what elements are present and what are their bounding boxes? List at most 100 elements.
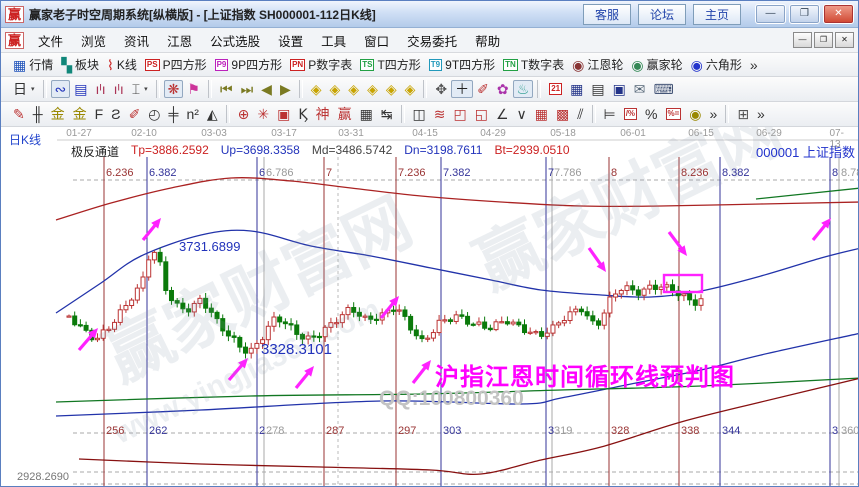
diamond-left-button[interactable]: ◈ — [307, 80, 326, 98]
spiral-button[interactable]: Ƨ — [107, 105, 124, 123]
thin-candle-button[interactable]: ⌶▾ — [128, 80, 152, 98]
percent-button[interactable]: % — [641, 105, 661, 123]
gold-circle-button[interactable]: ◉ — [685, 105, 705, 123]
menu-item-help[interactable]: 帮助 — [466, 28, 509, 53]
calculator-button[interactable]: ▦ — [566, 80, 587, 98]
customer-service-button[interactable]: 客服 — [583, 4, 631, 25]
menu-item-tools[interactable]: 工具 — [312, 28, 355, 53]
shen-ruler-button[interactable]: 神 — [312, 105, 334, 123]
go-last-button[interactable]: ⏭ — [237, 80, 258, 98]
toolbar-overflow-button[interactable]: » — [746, 56, 762, 74]
box-ruler-button[interactable]: ◫ — [409, 105, 430, 123]
menu-item-settings[interactable]: 设置 — [269, 28, 312, 53]
mirror-triangle-button[interactable]: ◭ — [203, 105, 222, 123]
9t-square-button[interactable]: T99T四方形 — [425, 54, 499, 75]
sectors-button[interactable]: ▚板块 — [57, 54, 103, 75]
panel-tab-daily-kline[interactable]: 日K线 — [9, 131, 41, 148]
hexagon-button[interactable]: ◉六角形 — [687, 54, 746, 75]
mdi-restore-button[interactable]: ❐ — [814, 32, 833, 48]
t-square-button[interactable]: TST四方形 — [356, 54, 425, 75]
menu-item-window[interactable]: 窗口 — [355, 28, 398, 53]
diamond-fit-button[interactable]: ◈ — [382, 80, 401, 98]
t-number-table-button[interactable]: TNT数字表 — [499, 54, 568, 75]
menu-item-trade-entrust[interactable]: 交易委托 — [398, 28, 466, 53]
measure-pen-button[interactable]: ✐ — [473, 80, 493, 98]
diamond-right-button[interactable]: ◈ — [326, 80, 345, 98]
percent-lines-button[interactable]: %= — [662, 106, 686, 122]
grid-123-button[interactable]: ▦ — [356, 105, 377, 123]
box-fan-2-button[interactable]: ◱ — [471, 105, 492, 123]
grid-ruler-button[interactable]: ╫ — [29, 105, 47, 123]
parallel-lines-button[interactable]: ⫽ — [573, 105, 587, 123]
k-quote-button[interactable]: Ϗ — [294, 105, 311, 123]
square-target-button[interactable]: ▣ — [273, 105, 294, 123]
scale-ruler-button[interactable]: ⊨ — [600, 105, 620, 123]
brush-button[interactable]: ✎ — [9, 105, 29, 123]
compass-star-button[interactable]: ✳ — [253, 105, 273, 123]
price-annotation: 3731.6899 — [179, 239, 240, 254]
go-prev-button[interactable]: ◀ — [257, 80, 276, 98]
9p-square-button[interactable]: P99P四方形 — [211, 54, 286, 75]
gold-ruler-1-button[interactable]: 金 — [47, 105, 69, 123]
homepage-button[interactable]: 主页 — [693, 4, 741, 25]
panel-overflow-button[interactable]: » — [753, 105, 769, 123]
fan-lines-button[interactable]: ≋ — [430, 105, 450, 123]
ying-ruler-button[interactable]: 赢 — [334, 105, 356, 123]
menu-item-formula-stock-pick[interactable]: 公式选股 — [201, 28, 269, 53]
computer-button[interactable]: ⌨ — [650, 80, 678, 98]
menu-item-gann[interactable]: 江恩 — [158, 28, 201, 53]
p-square-button[interactable]: PSP四方形 — [141, 54, 211, 75]
close-button[interactable]: ✕ — [823, 4, 854, 24]
crosshair-button[interactable]: ＋ — [451, 80, 473, 98]
restore-button[interactable]: ❐ — [789, 4, 820, 24]
minimize-button[interactable]: — — [755, 4, 786, 24]
width-measure-button[interactable]: ↹ — [377, 105, 397, 123]
flag-button[interactable]: ⚑ — [183, 80, 204, 98]
mdi-close-button[interactable]: ✕ — [835, 32, 854, 48]
forum-button[interactable]: 论坛 — [638, 4, 686, 25]
mail-button[interactable]: ✉ — [630, 80, 650, 98]
ornament-button[interactable]: ✿ — [493, 80, 513, 98]
kline-button[interactable]: ⌇K线 — [103, 54, 141, 75]
v-lines-button[interactable]: ∨ — [513, 105, 531, 123]
gann-wheel-button[interactable]: ◉江恩轮 — [568, 54, 627, 75]
red-grid-2-button[interactable]: ▩ — [552, 105, 573, 123]
box-fan-1-button[interactable]: ◰ — [450, 105, 471, 123]
target-circle-button[interactable]: ⊕ — [234, 105, 254, 123]
figure-button[interactable]: ❋ — [164, 80, 184, 98]
diamond-expand-button[interactable]: ◈ — [363, 80, 382, 98]
menu-item-browse[interactable]: 浏览 — [72, 28, 115, 53]
red-grid-1-button[interactable]: ▦ — [531, 105, 552, 123]
go-next-button[interactable]: ▶ — [276, 80, 295, 98]
winner-wheel-button[interactable]: ◉赢家轮 — [627, 54, 686, 75]
mdi-minimize-button[interactable]: — — [793, 32, 812, 48]
list-doc-button[interactable]: ▤ — [70, 80, 91, 98]
period-selector-button[interactable]: 日▾ — [9, 80, 39, 98]
draw-overflow-button[interactable]: » — [706, 105, 722, 123]
n-squared-button[interactable]: n² — [182, 105, 202, 123]
f-ruler-button[interactable]: F — [91, 105, 108, 123]
time-circle-button[interactable]: ◴ — [144, 105, 164, 123]
diamond-compress-button[interactable]: ◈ — [344, 80, 363, 98]
hand-pan-button[interactable]: ✥ — [431, 80, 451, 98]
diamond-move-button[interactable]: ◈ — [401, 80, 420, 98]
notes-button[interactable]: ▤ — [587, 80, 608, 98]
grid-panel-button[interactable]: ⊞ — [733, 105, 753, 123]
p-number-table-button[interactable]: PNP数字表 — [286, 54, 356, 75]
angle-lines-button[interactable]: ∠ — [492, 105, 513, 123]
date-tick: 05-18 — [550, 128, 576, 139]
cloud-tool-button[interactable]: ♨ — [513, 80, 534, 98]
save-button[interactable]: ▣ — [609, 80, 630, 98]
go-first-button[interactable]: ⏮ — [216, 80, 237, 98]
zigzag-wave-button[interactable]: ∾ — [51, 80, 71, 98]
quotes-button[interactable]: ▦行情 — [9, 54, 57, 75]
percent-triangle-button[interactable]: /% — [620, 106, 641, 122]
menu-item-news[interactable]: 资讯 — [115, 28, 158, 53]
calendar-button[interactable]: 21 — [545, 81, 566, 97]
menu-item-file[interactable]: 文件 — [29, 28, 72, 53]
bars-9-button[interactable]: ıᴵı — [110, 80, 128, 98]
pencil-ruler-button[interactable]: ✐ — [125, 105, 145, 123]
tick-ruler-button[interactable]: ╪ — [165, 105, 183, 123]
bars-3-button[interactable]: ıᴵı — [91, 80, 109, 98]
gold-ruler-2-button[interactable]: 金 — [69, 105, 91, 123]
